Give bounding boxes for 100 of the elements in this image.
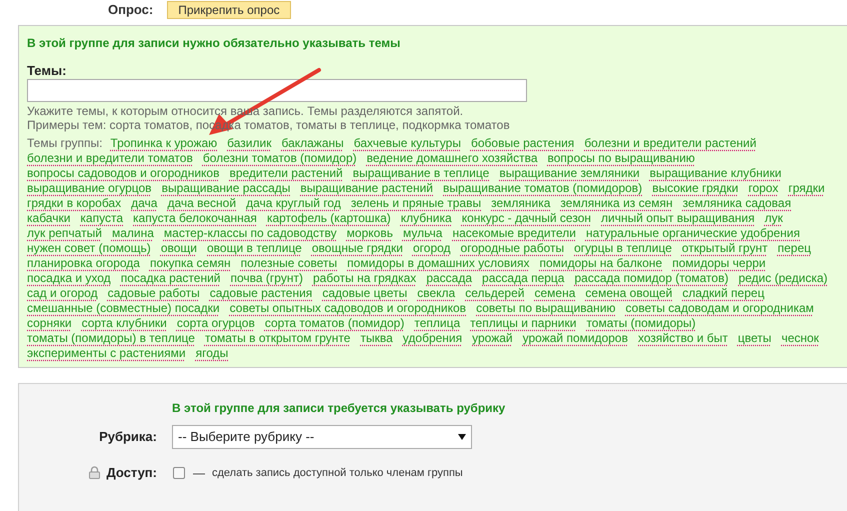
topic-link[interactable]: выращивание клубники <box>650 166 782 180</box>
topic-link[interactable]: земляника садовая <box>682 196 792 210</box>
topic-link[interactable]: малина <box>112 226 154 240</box>
topic-link[interactable]: тыква <box>360 331 393 345</box>
topic-link[interactable]: мульча <box>402 226 442 240</box>
topic-link[interactable]: капуста белокочанная <box>133 211 257 225</box>
topic-link[interactable]: садовые работы <box>108 286 200 300</box>
topic-link[interactable]: горох <box>748 181 778 195</box>
topic-link[interactable]: овощи в теплице <box>207 241 302 255</box>
topic-link[interactable]: цветы <box>738 331 772 345</box>
topic-link[interactable]: свекла <box>417 286 456 300</box>
topic-link[interactable]: грядки в коробах <box>27 196 122 210</box>
topic-link[interactable]: теплица <box>414 316 460 330</box>
topic-link[interactable]: смешанные (совместные) посадки <box>27 301 220 315</box>
topic-link[interactable]: открытый грунт <box>682 241 768 255</box>
topic-link[interactable]: сорта огурцов <box>176 316 255 330</box>
topic-link[interactable]: почва (грунт) <box>230 271 303 285</box>
topic-link[interactable]: натуральные органические удобрения <box>586 226 800 240</box>
topic-link[interactable]: вредители растений <box>229 166 343 180</box>
topic-link[interactable]: советы садоводам и огородникам <box>626 301 814 315</box>
topic-link[interactable]: огородные работы <box>460 241 564 255</box>
topic-link[interactable]: выращивание томатов (помидоров) <box>443 181 642 195</box>
topic-link[interactable]: теплицы и парники <box>470 316 576 330</box>
topic-link[interactable]: выращивание растений <box>300 181 434 195</box>
topic-link[interactable]: сорта томатов (помидор) <box>264 316 404 330</box>
topic-link[interactable]: редис (редиска) <box>738 271 828 285</box>
topic-link[interactable]: сельдерей <box>465 286 524 300</box>
topic-link[interactable]: баклажаны <box>281 136 344 150</box>
topic-link[interactable]: бобовые растения <box>470 136 574 150</box>
topic-link[interactable]: рассада помидор (томатов) <box>574 271 728 285</box>
topic-link[interactable]: посадка растений <box>120 271 220 285</box>
topic-link[interactable]: земляника <box>491 196 550 210</box>
topic-link[interactable]: выращивание земляники <box>499 166 640 180</box>
topic-link[interactable]: огурцы в теплице <box>574 241 672 255</box>
topic-link[interactable]: картофель (картошка) <box>266 211 391 225</box>
topic-link[interactable]: бахчевые культуры <box>354 136 461 150</box>
topic-link[interactable]: сладкий перец <box>682 286 764 300</box>
topic-link[interactable]: ягоды <box>196 346 228 360</box>
topic-link[interactable]: ведение домашнего хозяйства <box>366 151 538 165</box>
topic-link[interactable]: дача <box>131 196 158 210</box>
topic-link[interactable]: нужен совет (помощь) <box>27 241 151 255</box>
topic-link[interactable]: сорта клубники <box>82 316 167 330</box>
topic-link[interactable]: насекомые вредители <box>452 226 576 240</box>
topic-link[interactable]: рассада <box>426 271 472 285</box>
topic-link[interactable]: конкурс - дачный сезон <box>462 211 592 225</box>
topic-link[interactable]: капуста <box>80 211 124 225</box>
topic-link[interactable]: посадка и уход <box>27 271 111 285</box>
topic-link[interactable]: томаты (помидоры) в теплице <box>27 331 195 345</box>
topic-link[interactable]: личный опыт выращивания <box>601 211 755 225</box>
topic-link[interactable]: хозяйство и быт <box>638 331 728 345</box>
rubric-select[interactable]: -- Выберите рубрику -- <box>172 425 472 449</box>
topic-link[interactable]: зелень и пряные травы <box>350 196 482 210</box>
topic-link[interactable]: сорняки <box>27 316 72 330</box>
topic-link[interactable]: помидоры в домашних условиях <box>347 256 530 270</box>
topic-link[interactable]: болезни томатов (помидор) <box>202 151 357 165</box>
topic-link[interactable]: томаты в открытом грунте <box>204 331 350 345</box>
topic-link[interactable]: покупка семян <box>150 256 231 270</box>
topic-link[interactable]: урожай <box>472 331 513 345</box>
topic-link[interactable]: мастер-классы по садоводству <box>164 226 337 240</box>
topic-link[interactable]: Тропинка к урожаю <box>110 136 218 150</box>
topic-link[interactable]: перец <box>778 241 811 255</box>
topic-link[interactable]: выращивание огурцов <box>27 181 152 195</box>
topic-link[interactable]: лук <box>764 211 783 225</box>
topic-link[interactable]: базилик <box>227 136 272 150</box>
topic-link[interactable]: дача круглый год <box>246 196 341 210</box>
topic-link[interactable]: чеснок <box>781 331 819 345</box>
topic-link[interactable]: грядки <box>788 181 825 195</box>
topic-link[interactable]: кабачки <box>27 211 70 225</box>
topic-link[interactable]: клубника <box>400 211 452 225</box>
topic-link[interactable]: работы на грядках <box>312 271 416 285</box>
topic-link[interactable]: вопросы садоводов и огородников <box>27 166 220 180</box>
topic-link[interactable]: сад и огород <box>27 286 98 300</box>
topic-link[interactable]: земляника из семян <box>560 196 673 210</box>
topic-link[interactable]: высокие грядки <box>652 181 738 195</box>
topic-link[interactable]: рассада перца <box>482 271 564 285</box>
topic-link[interactable]: морковь <box>346 226 393 240</box>
attach-poll-button[interactable]: Прикрепить опрос <box>167 1 291 19</box>
topic-link[interactable]: овощи <box>160 241 197 255</box>
topic-link[interactable]: полезные советы <box>240 256 338 270</box>
topic-link[interactable]: болезни и вредители растений <box>584 136 756 150</box>
topic-link[interactable]: огород <box>412 241 451 255</box>
topic-link[interactable]: советы по выращиванию <box>476 301 616 315</box>
topic-link[interactable]: урожай помидоров <box>522 331 628 345</box>
topic-link[interactable]: эксперименты с растениями <box>27 346 186 360</box>
topic-link[interactable]: дача весной <box>167 196 236 210</box>
topic-link[interactable]: вопросы по выращиванию <box>548 151 695 165</box>
topic-link[interactable]: садовые растения <box>210 286 312 300</box>
topic-link[interactable]: садовые цветы <box>322 286 408 300</box>
topic-link[interactable]: планировка огорода <box>27 256 140 270</box>
topic-link[interactable]: семена овощей <box>585 286 672 300</box>
topic-link[interactable]: выращивание рассады <box>162 181 290 195</box>
topic-link[interactable]: удобрения <box>402 331 462 345</box>
topic-link[interactable]: томаты (помидоры) <box>586 316 696 330</box>
topic-link[interactable]: овощные грядки <box>312 241 403 255</box>
topic-link[interactable]: болезни и вредители томатов <box>27 151 193 165</box>
topic-link[interactable]: лук репчатый <box>27 226 102 240</box>
topic-link[interactable]: помидоры на балконе <box>539 256 662 270</box>
topic-link[interactable]: советы опытных садоводов и огородников <box>230 301 466 315</box>
topic-link[interactable]: семена <box>534 286 576 300</box>
topic-link[interactable]: помидоры черри <box>672 256 766 270</box>
